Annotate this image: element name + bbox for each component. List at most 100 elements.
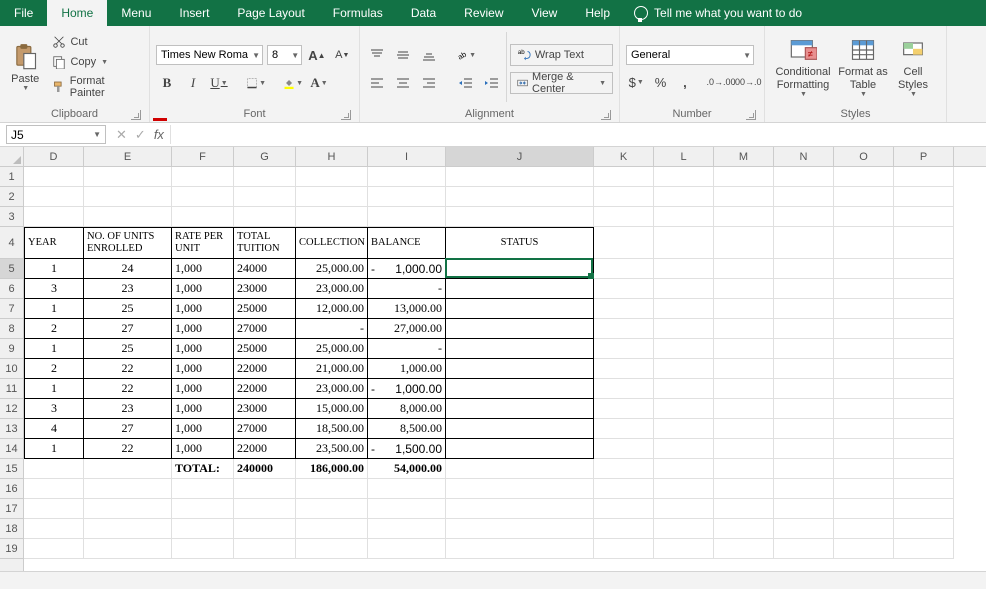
cell-N9[interactable] [774,339,834,359]
cell-O6[interactable] [834,279,894,299]
column-headers[interactable]: DEFGHIJKLMNOP [24,147,986,167]
align-bottom-button[interactable] [418,44,440,66]
row-header-17[interactable]: 17 [0,499,23,519]
col-header-N[interactable]: N [774,147,834,166]
cut-button[interactable]: Cut [48,33,143,51]
cell-K3[interactable] [594,207,654,227]
cell-E1[interactable] [84,167,172,187]
cell-F8[interactable]: 1,000 [172,319,234,339]
cell-H7[interactable]: 12,000.00 [296,299,368,319]
cell-P11[interactable] [894,379,954,399]
cell-J8[interactable] [446,319,594,339]
select-all-corner[interactable] [0,147,24,167]
cell-E10[interactable]: 22 [84,359,172,379]
cell-H17[interactable] [296,499,368,519]
cell-I11[interactable]: -1,000.00 [368,379,446,399]
cell-G11[interactable]: 22000 [234,379,296,399]
cell-H16[interactable] [296,479,368,499]
row-header-12[interactable]: 12 [0,399,23,419]
italic-button[interactable]: I [182,72,204,94]
col-header-K[interactable]: K [594,147,654,166]
cell-P12[interactable] [894,399,954,419]
cell-M14[interactable] [714,439,774,459]
horizontal-scrollbar[interactable] [0,571,986,589]
cell-K14[interactable] [594,439,654,459]
cell-D4[interactable]: YEAR [24,227,84,259]
cell-J4[interactable]: STATUS [446,227,594,259]
cell-H8[interactable]: - [296,319,368,339]
cell-I9[interactable]: - [368,339,446,359]
cell-N4[interactable] [774,227,834,259]
cell-F1[interactable] [172,167,234,187]
cell-O7[interactable] [834,299,894,319]
cell-D11[interactable]: 1 [24,379,84,399]
cell-G2[interactable] [234,187,296,207]
row-header-5[interactable]: 5 [0,259,23,279]
cell-J10[interactable] [446,359,594,379]
row-header-19[interactable]: 19 [0,539,23,559]
cell-I7[interactable]: 13,000.00 [368,299,446,319]
cell-H2[interactable] [296,187,368,207]
name-box[interactable]: J5▼ [6,125,106,144]
row-header-9[interactable]: 9 [0,339,23,359]
tab-help[interactable]: Help [571,0,624,26]
row-header-15[interactable]: 15 [0,459,23,479]
cell-K6[interactable] [594,279,654,299]
cell-O16[interactable] [834,479,894,499]
cell-I4[interactable]: BALANCE [368,227,446,259]
cell-I18[interactable] [368,519,446,539]
accounting-button[interactable]: $▼ [626,71,646,93]
cell-H1[interactable] [296,167,368,187]
cell-E14[interactable]: 22 [84,439,172,459]
cell-H15[interactable]: 186,000.00 [296,459,368,479]
cell-M6[interactable] [714,279,774,299]
cell-F3[interactable] [172,207,234,227]
cell-M18[interactable] [714,519,774,539]
cell-N1[interactable] [774,167,834,187]
cell-N8[interactable] [774,319,834,339]
col-header-I[interactable]: I [368,147,446,166]
cell-O19[interactable] [834,539,894,559]
cell-E19[interactable] [84,539,172,559]
cell-N6[interactable] [774,279,834,299]
cell-G5[interactable]: 24000 [234,259,296,279]
dialog-launcher-icon[interactable] [131,110,141,120]
align-top-button[interactable] [366,44,388,66]
cell-F15[interactable]: TOTAL: [172,459,234,479]
cell-M16[interactable] [714,479,774,499]
cell-K4[interactable] [594,227,654,259]
cell-D12[interactable]: 3 [24,399,84,419]
copy-button[interactable]: Copy▼ [48,53,143,71]
cell-F9[interactable]: 1,000 [172,339,234,359]
cell-I3[interactable] [368,207,446,227]
cell-J1[interactable] [446,167,594,187]
cell-J6[interactable] [446,279,594,299]
cell-E5[interactable]: 24 [84,259,172,279]
cell-M11[interactable] [714,379,774,399]
dialog-launcher-icon[interactable] [341,110,351,120]
enter-icon[interactable]: ✓ [135,127,146,143]
cell-G16[interactable] [234,479,296,499]
row-header-11[interactable]: 11 [0,379,23,399]
cell-E16[interactable] [84,479,172,499]
decrease-decimal-button[interactable]: .00→.0 [736,71,758,93]
cell-O8[interactable] [834,319,894,339]
cell-L6[interactable] [654,279,714,299]
cell-F5[interactable]: 1,000 [172,259,234,279]
align-center-button[interactable] [392,72,414,94]
fill-color-button[interactable]: ▼ [282,72,304,94]
row-header-1[interactable]: 1 [0,167,23,187]
cell-N19[interactable] [774,539,834,559]
cell-O2[interactable] [834,187,894,207]
cell-F17[interactable] [172,499,234,519]
row-header-6[interactable]: 6 [0,279,23,299]
col-header-E[interactable]: E [84,147,172,166]
tab-page-layout[interactable]: Page Layout [223,0,318,26]
cell-P17[interactable] [894,499,954,519]
cell-G13[interactable]: 27000 [234,419,296,439]
cell-E17[interactable] [84,499,172,519]
cell-G15[interactable]: 240000 [234,459,296,479]
cell-K9[interactable] [594,339,654,359]
cell-K8[interactable] [594,319,654,339]
cell-J9[interactable] [446,339,594,359]
